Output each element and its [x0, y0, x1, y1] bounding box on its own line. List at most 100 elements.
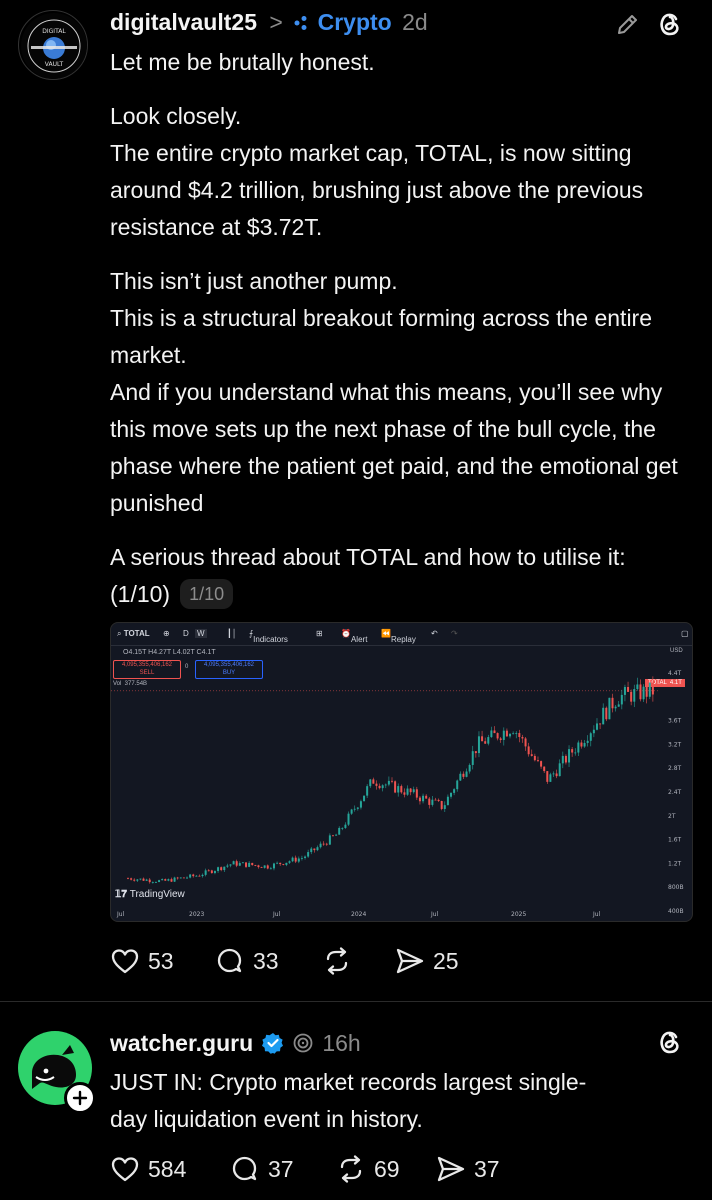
candle-body	[459, 773, 462, 781]
reply-icon	[232, 1156, 257, 1181]
candle-body	[322, 843, 325, 845]
candle-body	[499, 738, 502, 740]
post1-body: Let me be brutally honest. Look closely.…	[110, 44, 690, 613]
candlestick-plot: 4.4T 3.6T 3.2T 2.8T 2.4T 2T 1.6T 1.2T 800B 400B Ju…	[111, 670, 684, 918]
candle-body	[139, 878, 142, 880]
candle-body	[409, 788, 412, 793]
candle-body	[254, 865, 257, 866]
candle-body	[325, 843, 328, 845]
candle-body	[412, 789, 415, 793]
y-tick-label: 800B	[668, 884, 684, 891]
edit-pencil-icon[interactable]	[614, 10, 642, 38]
candle-body	[651, 682, 654, 695]
candle-body	[226, 865, 229, 867]
candle-body	[248, 862, 251, 867]
candle-body	[245, 862, 248, 867]
candle-body	[440, 800, 443, 809]
candle-body	[425, 795, 428, 799]
reply-count: 37	[268, 1155, 294, 1182]
post1-line: The entire crypto market cap, TOTAL, is …	[110, 140, 644, 240]
candle-body	[164, 879, 167, 881]
candle-body	[127, 878, 129, 880]
candle-body	[220, 867, 223, 871]
threads-logo-icon[interactable]	[655, 1027, 685, 1057]
candle-body	[217, 867, 220, 872]
repost-button[interactable]	[322, 946, 395, 976]
candle-body	[366, 786, 369, 796]
candle-body	[384, 784, 387, 786]
post1-line: This isn’t just another pump.	[110, 268, 398, 294]
candle-body	[151, 882, 154, 883]
candle-body	[484, 741, 487, 744]
candle-body	[611, 697, 614, 709]
candle-body	[400, 786, 403, 793]
avatar-text-bottom: VAULT	[45, 61, 64, 68]
candle-body	[363, 795, 366, 802]
candle-body	[130, 878, 133, 880]
candle-body	[543, 766, 546, 772]
candle-body	[369, 779, 372, 787]
post1-header: digitalvault25 > Crypto 2d	[110, 9, 428, 36]
candle-body	[465, 771, 468, 777]
candle-body	[397, 786, 400, 793]
candle-body	[580, 742, 583, 747]
threads-logo-icon[interactable]	[655, 9, 685, 39]
reply-button[interactable]: 37	[230, 1154, 336, 1184]
candle-body	[335, 834, 338, 836]
candle-body	[391, 780, 393, 782]
candle-body	[344, 824, 347, 828]
candle-body	[589, 733, 592, 741]
candle-body	[319, 843, 322, 848]
candle-body	[633, 689, 636, 702]
candle-body	[189, 874, 192, 878]
digitalvault-logo: DIGITAL VAULT	[21, 13, 87, 79]
share-button[interactable]: 37	[436, 1154, 500, 1184]
candle-body	[186, 877, 189, 879]
follow-plus-button[interactable]	[64, 1082, 96, 1114]
candle-body	[145, 879, 148, 881]
send-icon	[437, 1156, 465, 1182]
candle-body	[173, 877, 176, 882]
candle-body	[509, 733, 512, 737]
ai-spiral-icon	[292, 1032, 314, 1054]
repost-icon	[326, 947, 348, 975]
candle-body	[148, 879, 151, 883]
candle-body	[586, 740, 589, 743]
candle-body	[142, 878, 145, 881]
candle-body	[204, 870, 207, 875]
candle-body	[133, 879, 136, 881]
candle-body	[403, 792, 406, 795]
post1-username[interactable]: digitalvault25	[110, 9, 257, 35]
post1-time: 2d	[402, 9, 428, 35]
repost-button[interactable]: 69	[336, 1154, 436, 1184]
share-button[interactable]: 25	[395, 946, 459, 976]
post2-line: day liquidation event in history.	[110, 1106, 423, 1132]
candle-body	[614, 706, 617, 709]
candle-body	[555, 773, 558, 777]
reply-icon	[217, 948, 242, 973]
candle-body	[415, 789, 418, 798]
reply-count: 33	[253, 947, 279, 974]
candle-body	[359, 801, 362, 808]
post2-body: JUST IN: Crypto market records largest s…	[110, 1064, 690, 1138]
post1-community[interactable]: Crypto	[318, 9, 392, 35]
candle-body	[235, 861, 238, 866]
avatar-digitalvault[interactable]: DIGITAL VAULT	[18, 10, 88, 80]
post2-username[interactable]: watcher.guru	[110, 1030, 253, 1056]
tradingview-chart[interactable]: ⌕ TOTAL ⊕ D W ┃│ ⨍ Indicators ⊞ ⏰ Alert …	[110, 622, 693, 922]
candle-body	[505, 730, 508, 737]
candle-body	[238, 863, 241, 866]
post1-line: Look closely.	[110, 103, 242, 129]
candle-body	[487, 737, 490, 744]
candle-body	[574, 752, 577, 754]
candle-body	[195, 875, 198, 877]
candle-body	[592, 729, 595, 734]
candle-body	[595, 723, 598, 730]
candle-body	[571, 749, 574, 753]
reply-button[interactable]: 33	[215, 946, 322, 976]
like-button[interactable]: 53	[110, 947, 215, 975]
candle-body	[474, 751, 477, 754]
like-button[interactable]: 584	[110, 1155, 230, 1183]
candle-body	[453, 789, 456, 793]
candle-body	[341, 827, 344, 829]
